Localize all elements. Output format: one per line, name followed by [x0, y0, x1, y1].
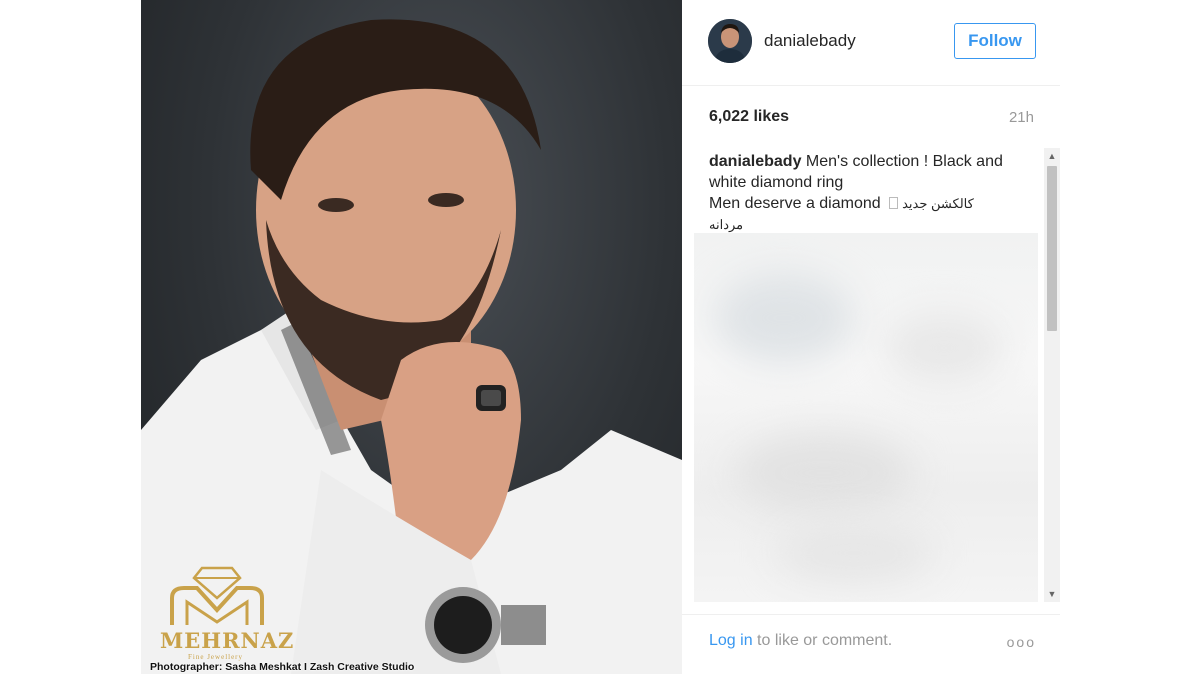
brand-name: MEHRNAZ [160, 628, 295, 653]
photo-credit: Photographer: Sasha Meshkat I Zash Creat… [150, 661, 415, 673]
post-caption: danialebady Men's collection ! Black and… [709, 151, 1039, 235]
caption-text-line2: Men deserve a diamond [709, 195, 886, 212]
comments-area: danialebady Men's collection ! Black and… [694, 148, 1060, 602]
blurred-comments [694, 233, 1038, 602]
caption-username[interactable]: danialebady [709, 153, 801, 170]
login-prompt-suffix: to like or comment. [752, 632, 893, 649]
post-footer: Log in to like or comment. ooo [682, 614, 1060, 674]
brand-tagline: Fine Jewellery [188, 653, 244, 661]
emoji-placeholder-icon [889, 197, 899, 209]
login-link[interactable]: Log in [709, 632, 753, 649]
scroll-down-icon[interactable]: ▼ [1044, 586, 1060, 602]
caption-rtl-line2: مردانه [709, 217, 744, 232]
scrollbar-thumb[interactable] [1047, 166, 1057, 331]
avatar-portrait-icon [708, 19, 752, 63]
brand-logo: MEHRNAZ Fine Jewellery Photographer: Sas… [150, 560, 430, 674]
username-link[interactable]: danialebady [764, 31, 856, 51]
avatar[interactable] [708, 19, 752, 63]
caption-rtl-line1: کالکشن جدید [902, 196, 974, 211]
post-timestamp[interactable]: 21h [1009, 109, 1034, 126]
follow-button[interactable]: Follow [954, 23, 1036, 59]
scroll-up-icon[interactable]: ▲ [1044, 148, 1060, 164]
diamond-logo-icon [170, 566, 264, 625]
login-prompt: Log in to like or comment. [709, 632, 892, 650]
post-photo: MEHRNAZ Fine Jewellery Photographer: Sas… [141, 0, 682, 674]
post-header: danialebady Follow [682, 0, 1060, 86]
likes-count[interactable]: 6,022 likes [709, 108, 789, 126]
more-options-icon[interactable]: ooo [1007, 634, 1036, 650]
comments-scrollbar[interactable]: ▲ ▼ [1044, 148, 1060, 602]
post-sidebar: danialebady Follow 6,022 likes 21h dania… [682, 0, 1060, 674]
